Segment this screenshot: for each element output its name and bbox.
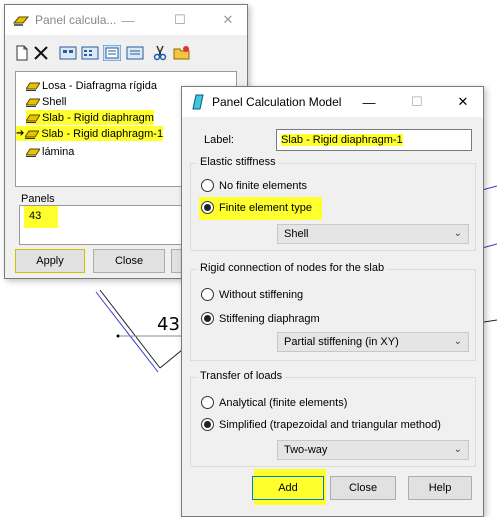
list-item-label: Shell (42, 95, 67, 108)
list-item[interactable]: Slab - Rigid diaphragm (26, 110, 154, 125)
without-stiffening-radio[interactable]: Without stiffening (201, 288, 303, 301)
fe-type-value: Shell (284, 228, 309, 240)
chevron-down-icon: ⌄ (453, 444, 462, 455)
radio-checked (201, 312, 214, 325)
panel-calculation-model-dialog[interactable]: Panel Calculation Model — ☐ ✕ Label: Sla… (181, 86, 484, 517)
fe-type-select[interactable]: Shell ⌄ (277, 224, 469, 244)
list-item-label: Losa - Diafragma rígida (42, 79, 157, 92)
panels-label: Panels (21, 193, 55, 205)
list-item-label: lámina (42, 145, 75, 158)
apply-button-label: Apply (36, 255, 64, 267)
slab-icon (26, 148, 40, 157)
model-line (159, 349, 183, 369)
maximize-icon: ☐ (411, 94, 423, 109)
radio-label: Analytical (finite elements) (219, 396, 348, 409)
help-button[interactable]: Help (408, 476, 472, 500)
close-icon: ✕ (457, 94, 469, 109)
close-button-label: Close (114, 255, 144, 267)
slab-icon (26, 114, 40, 123)
list-item[interactable]: Shell (26, 94, 66, 109)
analytical-radio[interactable]: Analytical (finite elements) (201, 396, 347, 409)
radio-label: Stiffening diaphragm (219, 312, 320, 325)
panel-model-icon (192, 94, 204, 110)
model-line (483, 319, 497, 323)
finite-element-type-radio[interactable]: Finite element type (199, 197, 322, 220)
dialog-title: Panel Calculation Model (212, 95, 342, 109)
radio-label: Simplified (trapezoidal and triangular m… (219, 418, 441, 431)
stiffening-diaphragm-radio[interactable]: Stiffening diaphragm (201, 312, 320, 325)
no-finite-elements-radio[interactable]: No finite elements (201, 179, 307, 192)
radio-checked (201, 201, 214, 214)
view-list-icon[interactable] (103, 45, 121, 61)
slab-icon (26, 98, 40, 107)
list-item[interactable]: lámina (26, 144, 74, 159)
radio-checked (201, 418, 214, 431)
list-item[interactable]: Losa - Diafragma rígida (26, 78, 157, 93)
add-button-label: Add (278, 482, 298, 494)
close-button-label: Close (348, 482, 378, 494)
view-details-icon[interactable] (126, 45, 144, 61)
model-node[interactable] (116, 334, 120, 338)
cut-icon[interactable] (151, 45, 169, 61)
stiffening-type-value: Partial stiffening (in XY) (284, 336, 399, 348)
group-title: Elastic stiffness (197, 156, 279, 168)
radio-unchecked (201, 288, 214, 301)
maximize-icon: ☐ (174, 12, 186, 27)
label-field[interactable]: Slab - Rigid diaphragm-1 (276, 129, 472, 151)
group-title: Rigid connection of nodes for the slab (197, 262, 388, 274)
model-line (481, 185, 497, 191)
radio-label: Finite element type (219, 201, 312, 214)
maximize-button[interactable]: ☐ (157, 5, 203, 35)
close-window-button[interactable]: ✕ (440, 87, 486, 117)
group-title: Transfer of loads (197, 370, 286, 382)
view-small-icons-icon[interactable] (81, 45, 99, 61)
radio-unchecked (201, 179, 214, 192)
arrow-right-icon: ➔ (16, 128, 25, 139)
list-item-selected[interactable]: ➔ Slab - Rigid diaphragm-1 (16, 126, 164, 141)
model-line (95, 291, 159, 373)
transfer-of-loads-group: Transfer of loads Analytical (finite ele… (190, 370, 476, 467)
rigid-connection-group: Rigid connection of nodes for the slab W… (190, 262, 476, 361)
simplified-radio[interactable]: Simplified (trapezoidal and triangular m… (201, 418, 441, 431)
chevron-down-icon: ⌄ (453, 336, 462, 347)
apply-button[interactable]: Apply (15, 249, 85, 273)
slab-icon (25, 130, 40, 139)
minimize-icon: — (362, 94, 376, 110)
minimize-icon: — (121, 12, 135, 28)
list-item-label: Slab - Rigid diaphragm-1 (41, 127, 164, 140)
open-folder-icon[interactable] (173, 45, 191, 61)
close-button[interactable]: Close (93, 249, 165, 273)
load-direction-value: Two-way (284, 444, 328, 456)
stiffening-type-select[interactable]: Partial stiffening (in XY) ⌄ (277, 332, 469, 352)
label-caption: Label: (204, 134, 234, 146)
radio-unchecked (201, 396, 214, 409)
close-icon: ✕ (222, 12, 234, 27)
radio-label: Without stiffening (219, 288, 304, 301)
view-large-icons-icon[interactable] (59, 45, 77, 61)
add-button[interactable]: Add (252, 476, 324, 500)
list-item-label: Slab - Rigid diaphragm (42, 111, 154, 124)
slab-icon (26, 82, 40, 91)
help-button-label: Help (428, 482, 452, 494)
label-value: Slab - Rigid diaphragm-1 (281, 134, 403, 146)
elastic-stiffness-group: Elastic stiffness No finite elements Fin… (190, 156, 476, 251)
panels-value: 43 (24, 206, 58, 228)
new-document-icon[interactable] (13, 45, 31, 61)
maximize-button[interactable]: ☐ (394, 87, 440, 117)
node-number-label: 43 (157, 314, 180, 335)
panel-window-titlebar[interactable]: Panel calcula... — ☐ ✕ (5, 5, 247, 35)
load-direction-select[interactable]: Two-way ⌄ (277, 440, 469, 460)
model-line (481, 243, 497, 249)
slab-panel-icon (13, 16, 29, 26)
close-button[interactable]: Close (330, 476, 396, 500)
close-window-button[interactable]: ✕ (205, 5, 251, 35)
minimize-button[interactable]: — (105, 5, 151, 35)
dialog-titlebar[interactable]: Panel Calculation Model — ☐ ✕ (182, 87, 483, 117)
model-line (99, 289, 161, 369)
radio-label: No finite elements (219, 179, 308, 192)
delete-icon[interactable] (32, 45, 50, 61)
chevron-down-icon: ⌄ (453, 228, 462, 239)
minimize-button[interactable]: — (346, 87, 392, 117)
